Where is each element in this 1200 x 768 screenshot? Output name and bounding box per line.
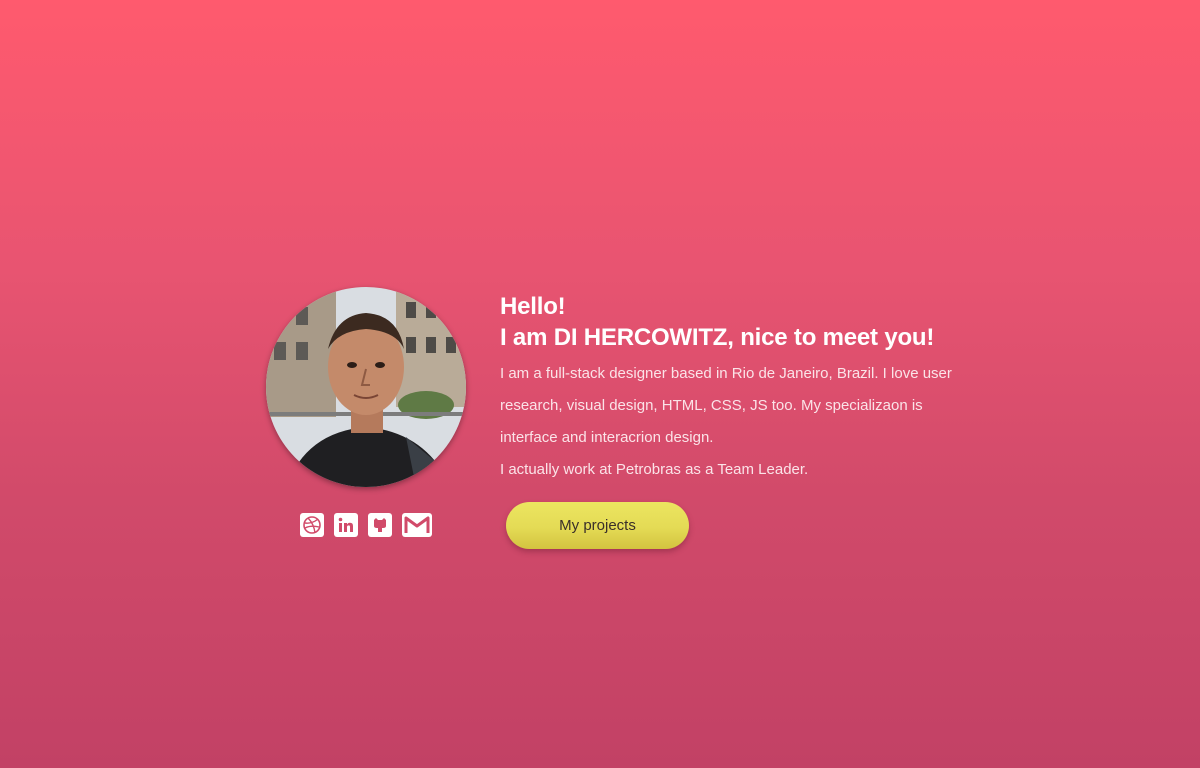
avatar	[266, 287, 466, 487]
gmail-link[interactable]	[402, 513, 432, 537]
greeting-line2: I am DI HERCOWITZ, nice to meet you!	[500, 324, 935, 351]
github-icon	[374, 518, 386, 532]
gmail-icon	[404, 516, 430, 533]
my-projects-button[interactable]: My projects	[506, 502, 689, 549]
greeting-heading: Hello! I am DI HERCOWITZ, nice to meet y…	[500, 291, 1000, 353]
github-link[interactable]	[368, 513, 392, 537]
bio-line1: I am a full-stack designer based in Rio …	[500, 365, 952, 382]
dribbble-link[interactable]	[300, 513, 324, 537]
greeting-line1: Hello!	[500, 293, 566, 320]
avatar-photo	[266, 287, 466, 487]
bio: I am a full-stack designer based in Rio …	[500, 358, 1000, 486]
profile-card: Hello! I am DI HERCOWITZ, nice to meet y…	[266, 286, 1006, 556]
bio-line2: research, visual design, HTML, CSS, JS t…	[500, 397, 923, 414]
linkedin-icon	[338, 517, 353, 532]
intro-text: Hello! I am DI HERCOWITZ, nice to meet y…	[500, 291, 1000, 486]
linkedin-link[interactable]	[334, 513, 358, 537]
bio-line4: I actually work at Petrobras as a Team L…	[500, 461, 809, 478]
dribbble-icon	[303, 516, 321, 534]
bio-line3: interface and interacrion design.	[500, 429, 714, 446]
